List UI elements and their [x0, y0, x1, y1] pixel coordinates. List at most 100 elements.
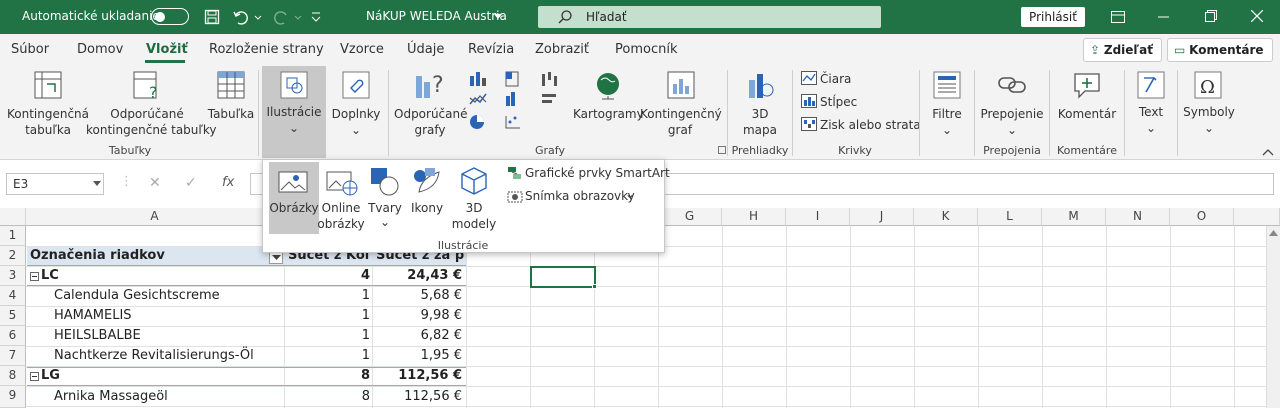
pivot-item-label[interactable]: HAMAMELIS — [54, 306, 132, 326]
column-header-m[interactable]: M — [1042, 208, 1106, 226]
pivot-sum-cell[interactable]: 5,68 € — [372, 286, 462, 306]
pivot-group-label[interactable]: LG — [41, 366, 60, 386]
column-header-n[interactable]: N — [1106, 208, 1170, 226]
collapse-lg-button[interactable] — [30, 372, 39, 381]
tab-domov[interactable]: Domov — [77, 42, 123, 57]
link-button[interactable]: Prepojenie — [980, 106, 1044, 122]
pivot-table-button[interactable]: Kontingenčná tabuľka — [4, 106, 92, 138]
collapse-ribbon-icon[interactable] — [1262, 148, 1274, 156]
pivot-sum-cell[interactable]: 1,95 € — [372, 346, 462, 366]
chart-types-gallery-icon[interactable] — [468, 70, 568, 140]
select-all-corner[interactable] — [0, 208, 26, 226]
fill-handle[interactable] — [592, 284, 597, 289]
recommended-charts-button[interactable]: Odporúčané grafy — [394, 106, 468, 138]
row-header[interactable]: 9 — [0, 386, 26, 408]
illustrations-button[interactable]: Ilustrácie ⌄ — [262, 66, 326, 158]
save-icon[interactable] — [204, 9, 220, 25]
screenshot-button[interactable]: Snímka obrazovky — [525, 188, 635, 204]
tab-zobrazit[interactable]: Zobraziť — [535, 42, 589, 57]
name-box[interactable]: E3 — [6, 173, 104, 195]
row-header[interactable]: 1 — [0, 226, 26, 246]
smartart-button[interactable]: Grafické prvky SmartArt — [525, 165, 670, 181]
table-button[interactable]: Tabuľka — [206, 106, 256, 122]
column-header-h[interactable]: H — [722, 208, 786, 226]
column-header-k[interactable]: K — [914, 208, 978, 226]
comments-button[interactable]: ▭ Komentáre — [1167, 38, 1273, 62]
pivot-row-labels-header[interactable]: Označenia riadkov — [30, 246, 165, 266]
recommended-pivot-button[interactable]: Odporúčané kontingenčné tabuľky — [86, 106, 217, 138]
map3d-button[interactable]: 3D mapa — [730, 106, 790, 138]
tab-revizia[interactable]: Revízia — [468, 42, 514, 57]
share-button[interactable]: ⇪ Zdieľať — [1083, 38, 1163, 62]
column-header-j[interactable]: J — [850, 208, 914, 226]
pivot-sum-cell[interactable]: 9,98 € — [372, 306, 462, 326]
insert-function-icon[interactable]: fx — [222, 175, 234, 190]
pictures-button[interactable]: Obrázky — [269, 162, 319, 234]
pivot-count-cell[interactable]: 1 — [284, 306, 370, 326]
icons-button[interactable]: Ikony — [405, 200, 449, 216]
row-header[interactable]: 8 — [0, 366, 26, 386]
pivot-count-cell[interactable]: 1 — [284, 326, 370, 346]
selected-cell[interactable] — [530, 266, 596, 288]
row-header[interactable]: 3 — [0, 266, 26, 286]
tab-vzorce[interactable]: Vzorce — [340, 42, 384, 57]
name-box-chevron-icon[interactable] — [93, 181, 101, 187]
pivot-sum-cell[interactable]: 6,82 € — [372, 326, 462, 346]
tab-udaje[interactable]: Údaje — [407, 42, 444, 57]
tab-pomocnik[interactable]: Pomocník — [615, 42, 677, 57]
pivot-sum-cell[interactable]: 112,56 € — [372, 366, 462, 386]
addins-button[interactable]: Doplnky — [328, 106, 384, 122]
restore-icon[interactable] — [1205, 10, 1217, 22]
pivot-item-label[interactable]: Arnika Massageöl — [54, 387, 168, 407]
tab-subor[interactable]: Súbor — [11, 42, 49, 57]
pivot-count-cell[interactable]: 1 — [284, 346, 370, 366]
pivot-item-label[interactable]: HEILSLBALBE — [54, 326, 141, 346]
column-header-l[interactable]: L — [978, 208, 1042, 226]
signin-button[interactable]: Prihlásiť — [1021, 7, 1085, 27]
column-header-g[interactable]: G — [658, 208, 722, 226]
minimize-icon[interactable] — [1158, 16, 1170, 18]
row-header[interactable]: 6 — [0, 326, 26, 346]
filters-button[interactable]: Filtre — [922, 106, 972, 122]
text-button[interactable]: Text — [1128, 104, 1174, 120]
enter-icon[interactable]: ✓ — [185, 175, 197, 191]
pivot-count-cell[interactable]: 8 — [284, 366, 370, 386]
pivot-count-cell[interactable]: 8 — [284, 387, 370, 407]
sparkline-line-button[interactable]: Čiara — [820, 71, 851, 87]
column-header-i[interactable]: I — [786, 208, 850, 226]
customize-qat-icon[interactable] — [310, 10, 322, 24]
autosave-toggle[interactable] — [151, 8, 189, 25]
row-header[interactable]: 7 — [0, 346, 26, 366]
column-header-o[interactable]: O — [1170, 208, 1234, 226]
redo-icon[interactable] — [272, 9, 302, 25]
pivot-item-label[interactable]: Calendula Gesichtscreme — [54, 286, 220, 306]
pivot-count-cell[interactable]: 4 — [284, 266, 370, 286]
ribbon-display-icon[interactable] — [1110, 9, 1126, 25]
pivot-count-cell[interactable]: 1 — [284, 286, 370, 306]
pivot-sum-cell[interactable]: 24,43 € — [372, 266, 462, 286]
maps-button[interactable]: Kartogramy — [573, 106, 644, 122]
pivot-item-label[interactable]: Nachtkerze Revitalisierungs-Öl — [54, 346, 254, 366]
vertical-scrollbar[interactable] — [1266, 226, 1280, 408]
row-header[interactable]: 2 — [0, 246, 26, 266]
row-header[interactable]: 5 — [0, 306, 26, 326]
sparkline-column-button[interactable]: Stĺpec — [820, 94, 857, 110]
scroll-up-icon[interactable] — [1269, 230, 1278, 236]
online-pictures-button[interactable]: Online obrázky — [317, 200, 365, 232]
symbols-button[interactable]: Symboly — [1180, 104, 1238, 120]
undo-icon[interactable] — [232, 9, 262, 25]
pivot-sum-cell[interactable]: 112,56 € — [372, 387, 462, 407]
collapse-lc-button[interactable] — [30, 272, 39, 281]
charts-dialog-launcher-icon[interactable] — [718, 146, 727, 155]
sparkline-winloss-button[interactable]: Zisk alebo strata — [820, 117, 921, 133]
document-title[interactable]: NáKUP WELEDA Austria — [366, 9, 507, 23]
cancel-icon[interactable]: ✕ — [149, 175, 161, 191]
row-header[interactable]: 4 — [0, 286, 26, 306]
pivot-chart-button[interactable]: Kontingenčný graf — [640, 106, 722, 138]
3d-models-button[interactable]: 3D modely — [451, 200, 497, 232]
column-header-a[interactable]: A — [26, 208, 284, 226]
tab-vlozit[interactable]: Vložiť — [146, 42, 188, 57]
tab-rozlozenie[interactable]: Rozloženie strany — [209, 42, 324, 57]
close-icon[interactable] — [1251, 10, 1263, 22]
search-box[interactable]: Hľadať — [538, 6, 881, 28]
